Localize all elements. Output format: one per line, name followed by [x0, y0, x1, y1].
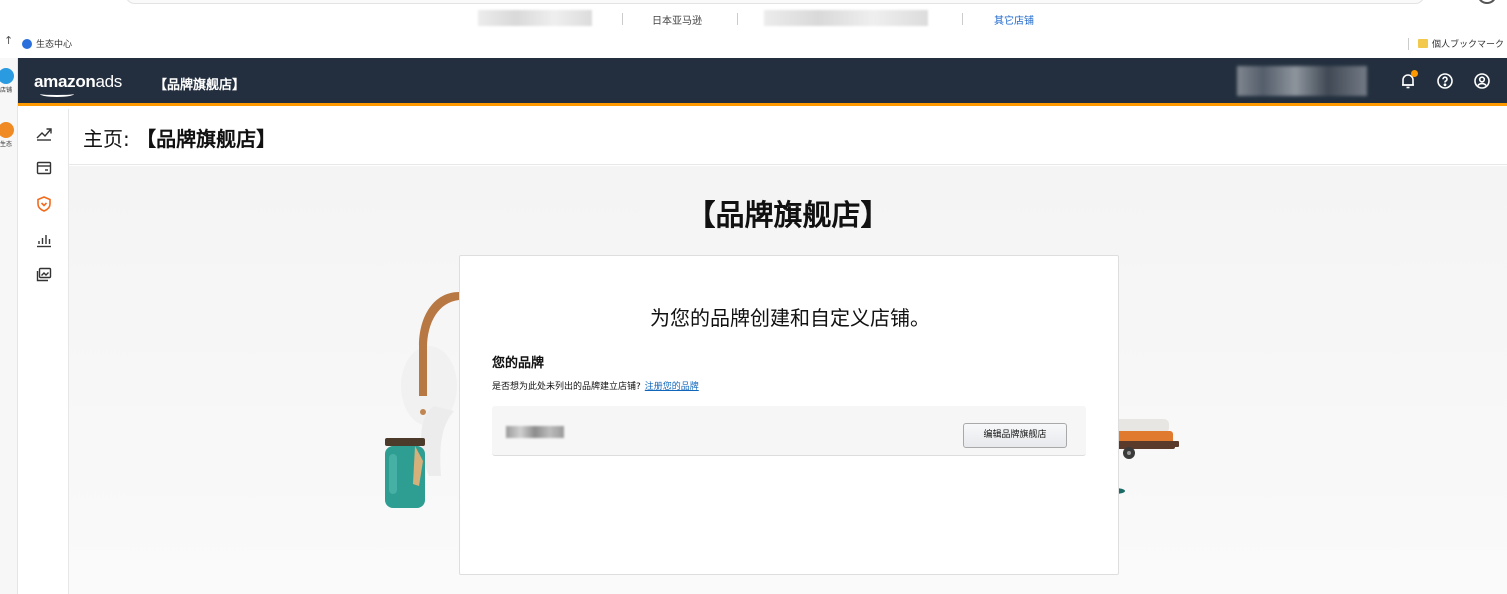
- blurred-tab[interactable]: [478, 10, 592, 26]
- ecology-icon: [22, 38, 32, 49]
- decor-lamp-illustration: [385, 292, 459, 508]
- tab-other-stores[interactable]: 其它店铺: [994, 12, 1034, 27]
- wallet-icon[interactable]: [35, 159, 53, 177]
- decor-toy-car-illustration: [1109, 419, 1179, 494]
- bookmark-personal[interactable]: 個人ブックマーク: [1408, 37, 1504, 50]
- bookmarks-bar: ↑ 生态中心 個人ブックマーク: [0, 34, 1507, 54]
- extension-strip: 店铺 生态: [0, 58, 18, 594]
- tab-japan-amazon[interactable]: 日本亚马逊: [652, 12, 702, 27]
- page-title-bar: 主页: 【品牌旗舰店】: [69, 109, 1507, 165]
- media-icon[interactable]: [35, 266, 53, 284]
- trend-icon[interactable]: [35, 124, 53, 142]
- brand-section-label: 您的品牌: [492, 356, 545, 371]
- shield-icon[interactable]: [35, 195, 53, 213]
- edit-store-button[interactable]: 编辑品牌旗舰店: [963, 423, 1067, 448]
- blurred-tab[interactable]: [764, 10, 928, 26]
- extension-store[interactable]: 店铺: [0, 68, 15, 94]
- card-heading: 为您的品牌创建和自定义店铺。: [650, 306, 930, 330]
- browser-chrome: 日本亚马逊 其它店铺 ↑ 生态中心 個人ブックマーク: [0, 0, 1507, 58]
- amazon-ads-logo[interactable]: amazonads: [34, 72, 122, 97]
- folder-icon: [1418, 39, 1428, 48]
- bookmark-ecology[interactable]: 生态中心: [22, 37, 72, 50]
- bar-chart-icon[interactable]: [35, 231, 53, 249]
- brand-note: 是否想为此处未列出的品牌建立店铺? 注册您的品牌: [492, 382, 699, 392]
- main-content: 【品牌旗舰店】 为您的品牌创建和自定义店铺。 您的品牌 是否想为此处未列出的品牌…: [69, 166, 1507, 594]
- store-name[interactable]: 【品牌旗舰店】: [154, 74, 245, 93]
- store-extension-icon: [0, 68, 14, 84]
- page-title: 主页: 【品牌旗舰店】: [83, 127, 277, 151]
- address-bar[interactable]: [125, 0, 1425, 4]
- left-navigation: [18, 109, 69, 594]
- brand-row: 编辑品牌旗舰店: [492, 406, 1086, 456]
- hero-title: 【品牌旗舰店】: [686, 198, 890, 232]
- browser-menu-icon[interactable]: [1477, 0, 1497, 4]
- account-selector[interactable]: [1237, 66, 1367, 96]
- tab-strip: 日本亚马逊 其它店铺: [0, 10, 1507, 28]
- brand-name-redacted: [506, 426, 564, 438]
- app-header: amazonads 【品牌旗舰店】: [18, 58, 1507, 106]
- extension-ecology[interactable]: 生态: [0, 122, 15, 148]
- register-brand-link[interactable]: 注册您的品牌: [645, 382, 699, 392]
- bell-icon[interactable]: [1399, 70, 1418, 90]
- ecology-extension-icon: [0, 122, 14, 138]
- store-card: 为您的品牌创建和自定义店铺。 您的品牌 是否想为此处未列出的品牌建立店铺? 注册您…: [459, 255, 1119, 575]
- up-arrow-icon[interactable]: ↑: [4, 34, 13, 47]
- help-icon[interactable]: [1436, 72, 1454, 90]
- user-icon[interactable]: [1473, 72, 1491, 90]
